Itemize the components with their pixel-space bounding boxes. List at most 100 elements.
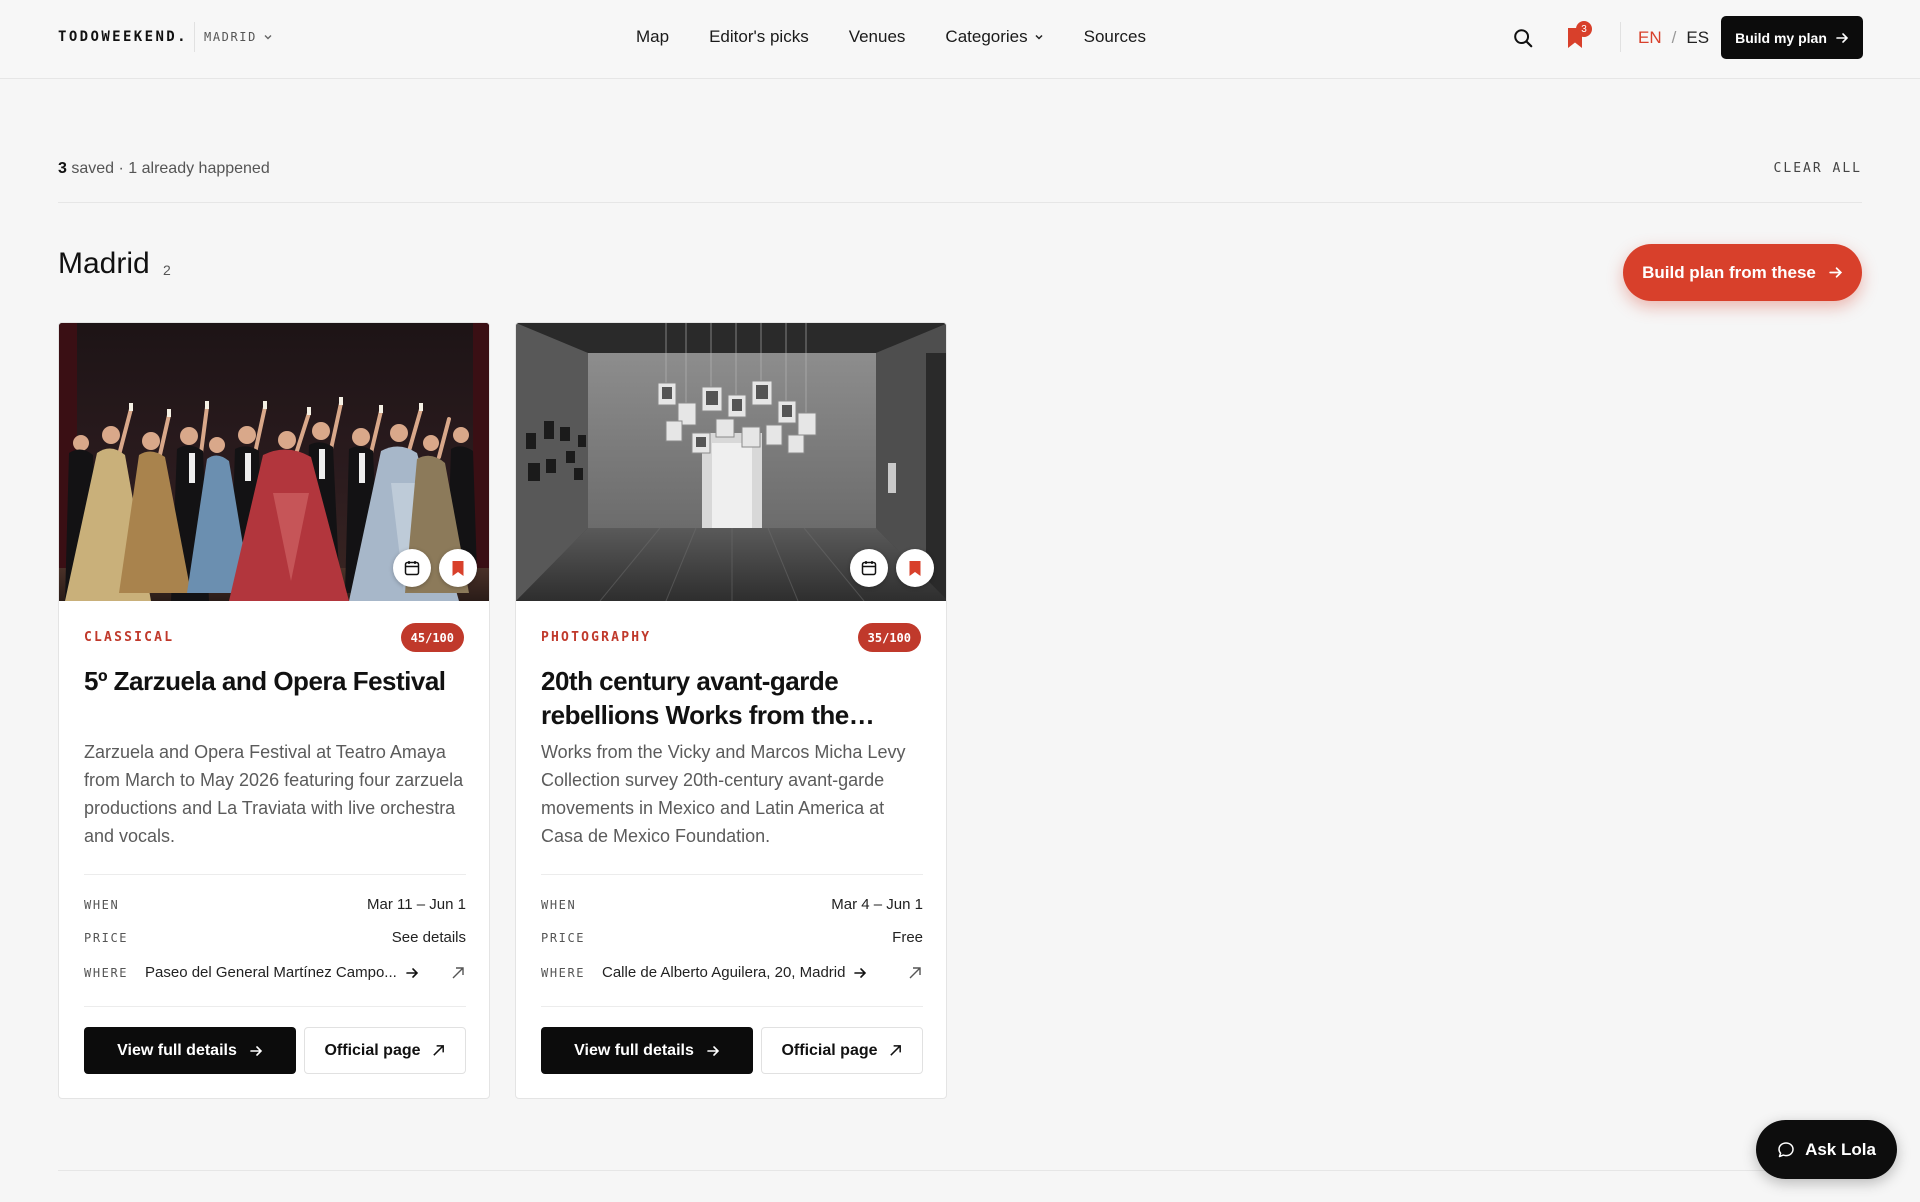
- divider: [541, 1006, 923, 1007]
- chevron-down-icon: [1035, 34, 1043, 40]
- calendar-icon: [404, 561, 420, 576]
- bookmark-icon: [452, 560, 464, 576]
- event-location-link[interactable]: Calle de Alberto Aguilera, 20, Madrid: [602, 964, 867, 981]
- event-category: CLASSICAL: [84, 630, 175, 645]
- city-selector[interactable]: MADRID: [204, 30, 273, 44]
- detail-row-when: WHEN Mar 11 – Jun 1: [84, 896, 466, 913]
- saved-events-button[interactable]: 3: [1564, 21, 1592, 49]
- arrow-right-icon: [405, 967, 418, 978]
- detail-row-when: WHEN Mar 4 – Jun 1: [541, 896, 923, 913]
- clear-all-button[interactable]: CLEAR ALL: [1774, 161, 1862, 176]
- detail-label: WHERE: [84, 965, 129, 980]
- arrow-right-icon: [250, 1045, 263, 1056]
- bookmark-icon: [909, 560, 921, 576]
- main-nav: Map Editor's picks Venues Categories Sou…: [636, 27, 1146, 47]
- external-link-icon[interactable]: [907, 965, 923, 981]
- nav-item-sources[interactable]: Sources: [1084, 27, 1146, 47]
- event-description: Works from the Vicky and Marcos Micha Le…: [541, 742, 906, 846]
- view-full-details-button[interactable]: View full details: [84, 1027, 296, 1074]
- site-logo[interactable]: TODOWEEKEND.: [58, 29, 188, 45]
- event-price: See details: [391, 929, 466, 946]
- city-section-title: Madrid: [58, 247, 150, 280]
- event-description: Zarzuela and Opera Festival at Teatro Am…: [84, 742, 464, 846]
- bookmark-button[interactable]: [439, 549, 477, 587]
- lang-es[interactable]: ES: [1686, 28, 1709, 48]
- official-page-label: Official page: [324, 1041, 421, 1059]
- build-my-plan-button[interactable]: Build my plan: [1721, 16, 1863, 59]
- saved-count-badge: 3: [1576, 21, 1592, 37]
- nav-label: Editor's picks: [709, 27, 809, 46]
- nav-label: Categories: [945, 27, 1028, 46]
- divider: [58, 202, 1862, 203]
- chevron-down-icon: [264, 35, 272, 40]
- nav-item-map[interactable]: Map: [636, 27, 669, 47]
- event-price: Free: [892, 929, 923, 946]
- lang-separator: /: [1671, 28, 1677, 47]
- official-page-button[interactable]: Official page: [761, 1027, 923, 1074]
- event-location-link[interactable]: Paseo del General Martínez Campo...: [145, 964, 419, 981]
- external-link-icon: [889, 1045, 901, 1056]
- divider: [541, 874, 923, 875]
- event-title[interactable]: 20th century avant-garde rebellions Work…: [541, 664, 926, 732]
- view-full-details-button[interactable]: View full details: [541, 1027, 753, 1074]
- event-category: PHOTOGRAPHY: [541, 630, 652, 645]
- divider: [84, 1006, 466, 1007]
- detail-label: WHEN: [541, 897, 577, 912]
- saved-count: 3: [58, 160, 67, 177]
- external-link-icon[interactable]: [450, 965, 466, 981]
- build-my-plan-label: Build my plan: [1735, 29, 1827, 46]
- event-image-gallery[interactable]: [516, 323, 946, 601]
- saved-summary-text: saved · 1 already happened: [71, 160, 270, 177]
- event-dates: Mar 11 – Jun 1: [367, 896, 466, 913]
- event-location: Calle de Alberto Aguilera, 20, Madrid: [602, 964, 846, 981]
- detail-row-where: WHERE Calle de Alberto Aguilera, 20, Mad…: [541, 964, 923, 981]
- nav-item-categories[interactable]: Categories: [945, 27, 1043, 47]
- nav-item-editors-picks[interactable]: Editor's picks: [709, 27, 809, 47]
- event-image-opera[interactable]: [59, 323, 489, 601]
- chat-bubble-icon: [1778, 1141, 1794, 1157]
- bookmark-button[interactable]: [896, 549, 934, 587]
- view-full-details-label: View full details: [117, 1041, 237, 1059]
- divider: [58, 1170, 1862, 1171]
- detail-label: WHEN: [84, 897, 120, 912]
- external-link-icon: [432, 1045, 444, 1056]
- calendar-icon: [861, 561, 877, 576]
- event-title[interactable]: 5º Zarzuela and Opera Festival: [84, 664, 469, 698]
- search-icon: [1514, 29, 1533, 48]
- top-navbar: TODOWEEKEND. MADRID Map Editor's picks V…: [0, 0, 1920, 79]
- arrow-right-icon: [707, 1045, 720, 1056]
- arrow-right-icon: [854, 967, 867, 978]
- ask-lola-chat-button[interactable]: Ask Lola: [1756, 1120, 1897, 1179]
- event-location: Paseo del General Martínez Campo...: [145, 964, 397, 981]
- event-dates: Mar 4 – Jun 1: [831, 896, 923, 913]
- event-score-badge: 35/100: [857, 623, 921, 652]
- add-to-calendar-button[interactable]: [393, 549, 431, 587]
- view-full-details-label: View full details: [574, 1041, 694, 1059]
- official-page-label: Official page: [781, 1041, 878, 1059]
- detail-row-where: WHERE Paseo del General Martínez Campo..…: [84, 964, 466, 981]
- ask-lola-label: Ask Lola: [1805, 1139, 1876, 1159]
- lang-divider: [1620, 22, 1621, 52]
- detail-label: PRICE: [541, 930, 586, 945]
- city-section-count: 2: [163, 262, 171, 278]
- detail-label: WHERE: [541, 965, 586, 980]
- nav-item-venues[interactable]: Venues: [849, 27, 906, 47]
- arrow-right-icon: [1836, 32, 1849, 43]
- search-button[interactable]: [1511, 26, 1535, 50]
- nav-label: Map: [636, 27, 670, 46]
- add-to-calendar-button[interactable]: [850, 549, 888, 587]
- saved-summary: 3 saved · 1 already happened: [58, 160, 270, 178]
- divider: [84, 874, 466, 875]
- event-card: CLASSICAL 45/100 5º Zarzuela and Opera F…: [58, 322, 490, 1099]
- official-page-button[interactable]: Official page: [304, 1027, 466, 1074]
- build-plan-from-these-button[interactable]: Build plan from these: [1623, 244, 1862, 301]
- detail-row-price: PRICE Free: [541, 929, 923, 946]
- event-score-badge: 45/100: [400, 623, 464, 652]
- arrow-right-icon: [1829, 267, 1842, 278]
- nav-label: Venues: [848, 27, 906, 46]
- build-plan-from-these-label: Build plan from these: [1642, 262, 1816, 282]
- detail-label: PRICE: [84, 930, 129, 945]
- city-selector-label: MADRID: [204, 30, 257, 44]
- language-switcher: EN / ES: [1638, 28, 1709, 48]
- lang-en[interactable]: EN: [1638, 28, 1662, 48]
